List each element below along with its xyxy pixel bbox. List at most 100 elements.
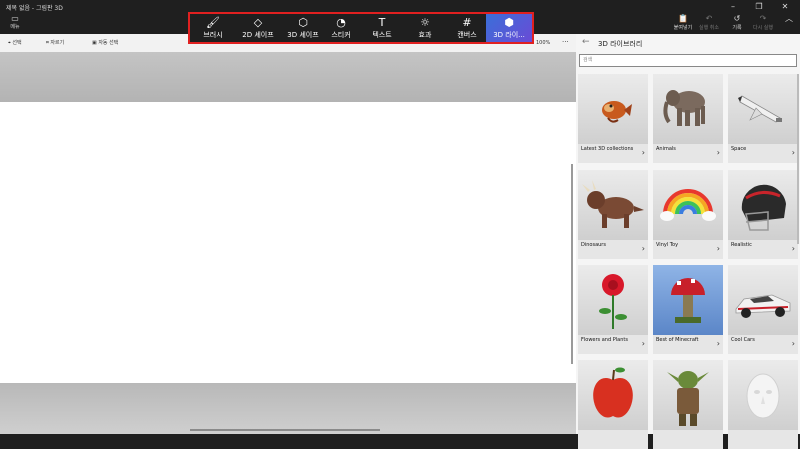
tab-label: 효과 bbox=[418, 31, 432, 39]
category-space[interactable]: Space › bbox=[728, 74, 798, 163]
tab-label: 텍스트 bbox=[372, 31, 392, 39]
chevron-right-icon: › bbox=[641, 148, 645, 157]
category-thumbnail bbox=[728, 360, 798, 430]
category-label: Realistic bbox=[731, 242, 752, 248]
category-latest-3d-collections[interactable]: Latest 3D collections › bbox=[578, 74, 648, 163]
football-helmet-icon bbox=[741, 184, 786, 231]
magic-select-icon: ▣ bbox=[92, 40, 97, 46]
fish-creature-icon bbox=[602, 101, 632, 123]
category-thumbnail bbox=[653, 74, 723, 144]
brush-icon: 🖌 bbox=[206, 16, 220, 29]
tab-label: 2D 셰이프 bbox=[242, 31, 274, 39]
vertical-scrollbar[interactable] bbox=[571, 164, 573, 364]
zoom-level[interactable]: 100% bbox=[536, 40, 550, 46]
library-3d-icon: ⬢ bbox=[504, 16, 514, 29]
tab-brushes[interactable]: 🖌 브러시 bbox=[190, 14, 236, 42]
effects-icon: ☼ bbox=[420, 16, 430, 29]
back-arrow-icon[interactable]: ← bbox=[582, 37, 590, 47]
tab-canvas[interactable]: # 캔버스 bbox=[444, 14, 490, 42]
collapse-toolbar-button[interactable]: ︿ bbox=[778, 14, 800, 24]
category-thumbnail bbox=[578, 360, 648, 430]
select-icon: ⌖ bbox=[8, 40, 11, 46]
crop-label: 자르기 bbox=[50, 40, 65, 46]
chevron-right-icon: › bbox=[791, 339, 795, 348]
select-tool[interactable]: ⌖ 선택 bbox=[8, 39, 22, 46]
undo-button[interactable]: ↶ 실행 취소 bbox=[698, 14, 720, 31]
tab-label: 캔버스 bbox=[457, 31, 477, 39]
chevron-right-icon: › bbox=[791, 244, 795, 253]
tab-3d-library[interactable]: ⬢ 3D 라이... bbox=[486, 14, 532, 42]
horizontal-scrollbar[interactable] bbox=[190, 429, 380, 431]
category-food[interactable] bbox=[578, 360, 648, 449]
category-thumbnail bbox=[578, 170, 648, 240]
menu-button[interactable]: ▭ 메뉴 bbox=[6, 14, 24, 34]
tab-label: 3D 셰이프 bbox=[287, 31, 319, 39]
crop-tool[interactable]: ⌗ 자르기 bbox=[46, 39, 64, 46]
category-realistic[interactable]: Realistic › bbox=[728, 170, 798, 259]
mushroom-icon bbox=[671, 278, 705, 323]
category-thumbnail bbox=[728, 265, 798, 335]
category-thumbnail bbox=[578, 265, 648, 335]
sticker-icon: ◔ bbox=[336, 16, 346, 29]
history-button[interactable]: ↺ 기록 bbox=[726, 14, 748, 31]
panel-scrollbar[interactable] bbox=[797, 74, 799, 244]
category-vinyl-toy[interactable]: Vinyl Toy › bbox=[653, 170, 723, 259]
panel-header: ← 3D 라이브러리 bbox=[576, 34, 800, 52]
category-thumbnail bbox=[728, 74, 798, 144]
paste-button[interactable]: 📋 붙여넣기 bbox=[672, 14, 694, 31]
category-grid: Latest 3D collections › Animals › Space … bbox=[578, 74, 798, 449]
chevron-right-icon: › bbox=[716, 244, 720, 253]
select-label: 선택 bbox=[12, 40, 22, 46]
tab-effects[interactable]: ☼ 효과 bbox=[402, 14, 448, 42]
chevron-right-icon: › bbox=[641, 244, 645, 253]
category-label: Flowers and Plants bbox=[581, 337, 628, 343]
space-shuttle-icon bbox=[738, 95, 782, 123]
canvas-icon: # bbox=[462, 16, 472, 29]
window-title: 제목 없음 - 그림판 3D bbox=[6, 5, 63, 12]
more-options-button[interactable]: ··· bbox=[562, 38, 569, 46]
chevron-right-icon: › bbox=[641, 339, 645, 348]
redo-button[interactable]: ↷ 다시 실행 bbox=[752, 14, 774, 31]
category-best-of-minecraft[interactable]: Best of Minecraft › bbox=[653, 265, 723, 354]
maximize-button[interactable]: ❐ bbox=[748, 1, 770, 13]
folder-icon: ▭ bbox=[11, 14, 19, 23]
category-thumbnail bbox=[728, 170, 798, 240]
category-label: Animals bbox=[656, 146, 676, 152]
goblin-icon bbox=[667, 371, 709, 426]
close-button[interactable]: ✕ bbox=[774, 1, 796, 13]
panel-title: 3D 라이브러리 bbox=[598, 40, 643, 48]
workspace-top bbox=[0, 52, 576, 102]
minimize-button[interactable]: – bbox=[722, 1, 744, 13]
drawing-canvas[interactable] bbox=[0, 102, 576, 383]
category-flowers-and-plants[interactable]: Flowers and Plants › bbox=[578, 265, 648, 354]
paste-icon: 📋 bbox=[678, 14, 688, 23]
magic-select-tool[interactable]: ▣ 자동 선택 bbox=[92, 39, 118, 46]
elephant-icon bbox=[663, 90, 705, 126]
category-thumbnail bbox=[653, 265, 723, 335]
history-icon: ↺ bbox=[733, 14, 741, 23]
category-label: Dinosaurs bbox=[581, 242, 606, 248]
category-label: Latest 3D collections bbox=[581, 146, 634, 152]
tab-label: 3D 라이... bbox=[493, 31, 525, 39]
chevron-right-icon: › bbox=[716, 148, 720, 157]
category-dinosaurs[interactable]: Dinosaurs › bbox=[578, 170, 648, 259]
tab-stickers[interactable]: ◔ 스티커 bbox=[318, 14, 364, 42]
category-animals[interactable]: Animals › bbox=[653, 74, 723, 163]
category-fantasy[interactable] bbox=[653, 360, 723, 449]
tab-2d-shapes[interactable]: ◇ 2D 셰이프 bbox=[235, 14, 281, 42]
canvas-area bbox=[0, 52, 576, 434]
category-label: Space bbox=[731, 146, 747, 152]
category-cool-cars[interactable]: Cool Cars › bbox=[728, 265, 798, 354]
history-label: 기록 bbox=[732, 25, 742, 31]
category-sculptures[interactable] bbox=[728, 360, 798, 449]
rainbow-icon bbox=[660, 189, 716, 221]
library-search-input[interactable]: 검색 bbox=[579, 54, 797, 67]
crop-icon: ⌗ bbox=[46, 40, 49, 46]
redo-icon: ↷ bbox=[759, 14, 767, 23]
tab-text[interactable]: T 텍스트 bbox=[359, 14, 405, 42]
category-thumbnail bbox=[653, 360, 723, 430]
category-label: Cool Cars bbox=[731, 337, 755, 343]
workspace-bottom bbox=[0, 383, 576, 434]
library-panel: ← 3D 라이브러리 검색 Latest 3D collections › An… bbox=[576, 34, 800, 449]
category-thumbnail bbox=[653, 170, 723, 240]
